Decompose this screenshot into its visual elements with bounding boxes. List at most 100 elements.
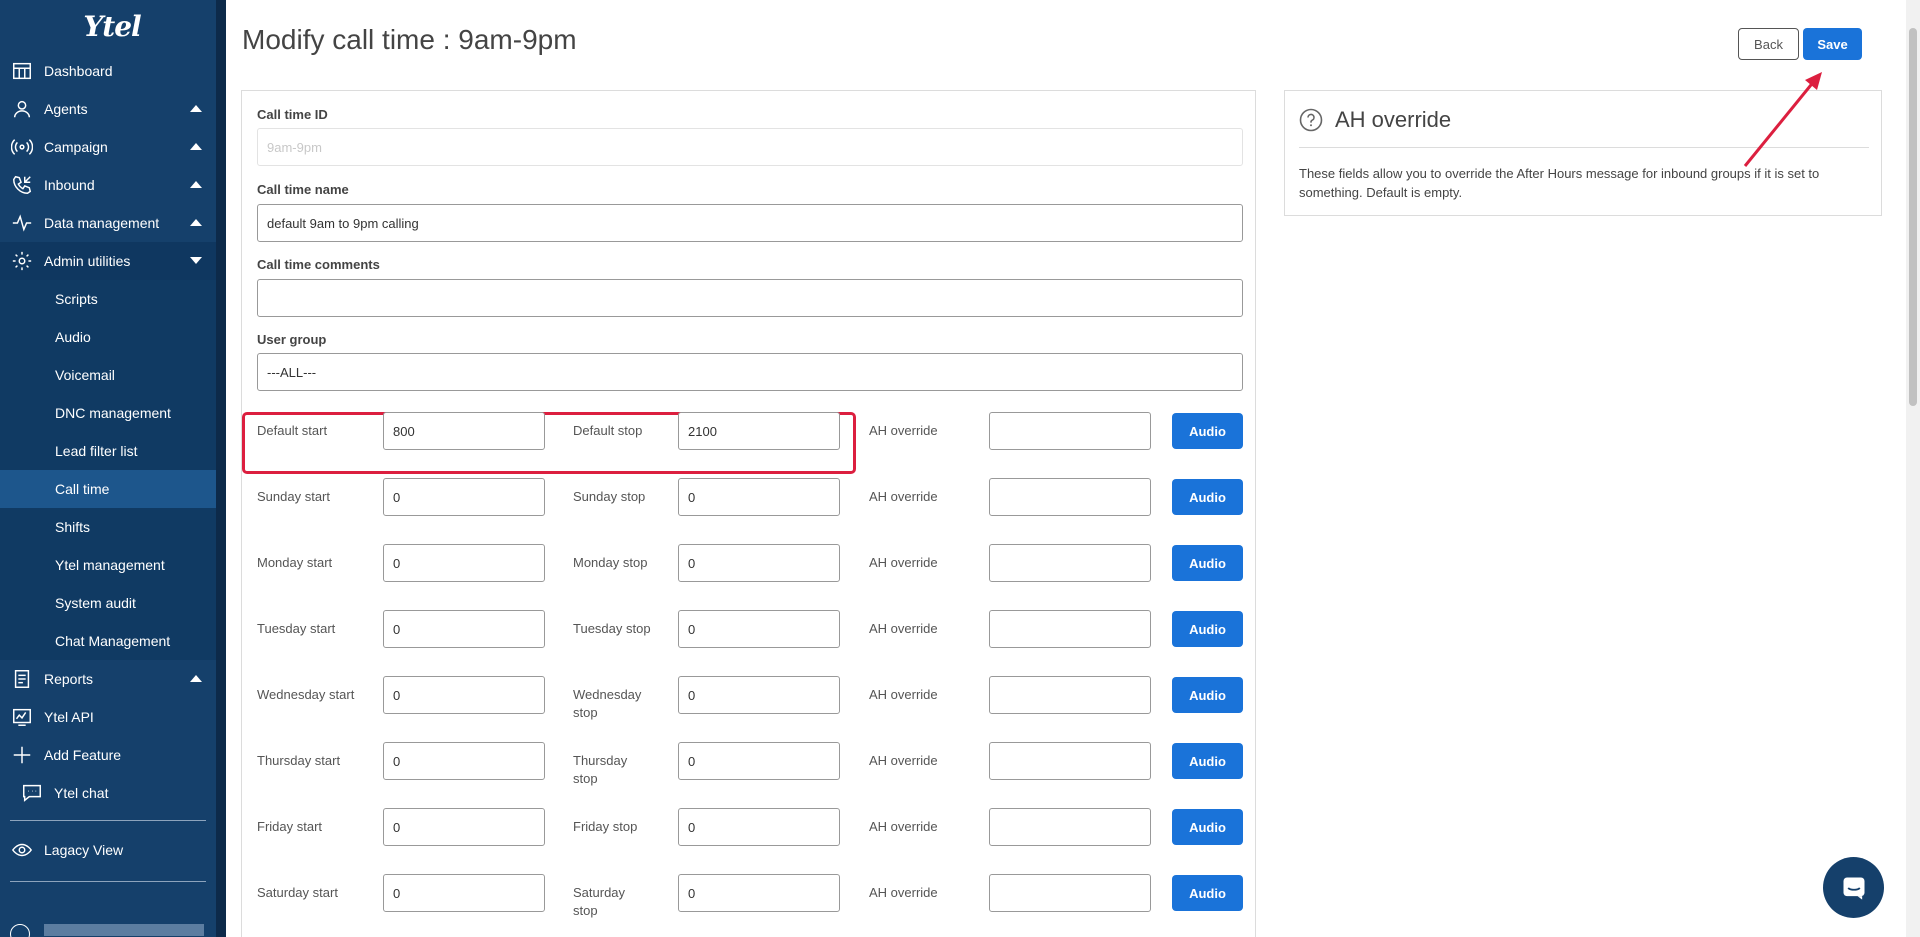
sidebar-subitem-system-audit[interactable]: System audit bbox=[0, 584, 216, 622]
chevron-up-icon[interactable] bbox=[190, 181, 202, 188]
sidebar-edge bbox=[216, 0, 226, 937]
chevron-up-icon[interactable] bbox=[190, 675, 202, 682]
chat-widget-button[interactable] bbox=[1823, 857, 1884, 918]
sunday-audio-button[interactable]: Audio bbox=[1172, 479, 1243, 515]
thursday-stop-label: Thursday stop bbox=[573, 753, 628, 786]
monday-stop-input[interactable]: 0 bbox=[678, 544, 840, 582]
default-audio-button[interactable]: Audio bbox=[1172, 413, 1243, 449]
reports-icon bbox=[10, 667, 34, 691]
wednesday-stop-input[interactable]: 0 bbox=[678, 676, 840, 714]
sidebar-item-reports[interactable]: Reports bbox=[0, 660, 216, 698]
saturday-audio-button[interactable]: Audio bbox=[1172, 875, 1243, 911]
default-ah-override-input[interactable] bbox=[989, 412, 1151, 450]
user-group-label: User group bbox=[257, 332, 327, 347]
main-content: Modify call time : 9am-9pm Back Save Cal… bbox=[226, 0, 1906, 937]
friday-stop-input[interactable]: 0 bbox=[678, 808, 840, 846]
sunday-stop-input[interactable]: 0 bbox=[678, 478, 840, 516]
monday-ah-override-label: AH override bbox=[869, 555, 938, 570]
dashboard-icon bbox=[10, 59, 34, 83]
default-stop-input[interactable]: 2100 bbox=[678, 412, 840, 450]
sidebar-item-campaign[interactable]: Campaign bbox=[0, 128, 216, 166]
wednesday-ah-override-label: AH override bbox=[869, 687, 938, 702]
friday-ah-override-input[interactable] bbox=[989, 808, 1151, 846]
thursday-stop-input[interactable]: 0 bbox=[678, 742, 840, 780]
sidebar-item-label: Lagacy View bbox=[44, 842, 124, 858]
monday-ah-override-input[interactable] bbox=[989, 544, 1151, 582]
default-start-input[interactable]: 800 bbox=[383, 412, 545, 450]
sidebar-subitem-scripts[interactable]: Scripts bbox=[0, 280, 216, 318]
monday-audio-button[interactable]: Audio bbox=[1172, 545, 1243, 581]
sidebar-subitem-dnc-management[interactable]: DNC management bbox=[0, 394, 216, 432]
save-button[interactable]: Save bbox=[1803, 28, 1862, 60]
wednesday-audio-button[interactable]: Audio bbox=[1172, 677, 1243, 713]
chevron-up-icon[interactable] bbox=[190, 143, 202, 150]
user-group-select[interactable]: ---ALL--- bbox=[257, 353, 1243, 391]
sidebar-subitem-shifts[interactable]: Shifts bbox=[0, 508, 216, 546]
sidebar-divider bbox=[10, 881, 206, 882]
help-panel: AH override These fields allow you to ov… bbox=[1284, 90, 1882, 216]
tuesday-ah-override-input[interactable] bbox=[989, 610, 1151, 648]
sidebar-divider bbox=[10, 820, 206, 821]
thursday-audio-button[interactable]: Audio bbox=[1172, 743, 1243, 779]
user-icon[interactable] bbox=[10, 924, 30, 937]
thursday-start-label: Thursday start bbox=[257, 753, 341, 768]
back-button[interactable]: Back bbox=[1738, 28, 1799, 60]
sidebar-item-data-management[interactable]: Data management bbox=[0, 204, 216, 242]
chevron-up-icon[interactable] bbox=[190, 105, 202, 112]
monday-start-input[interactable]: 0 bbox=[383, 544, 545, 582]
tuesday-ah-override-label: AH override bbox=[869, 621, 938, 636]
sidebar-item-label: Data management bbox=[44, 215, 160, 231]
ytel-logo[interactable]: Ytel bbox=[0, 0, 216, 52]
chevron-up-icon[interactable] bbox=[190, 219, 202, 226]
saturday-ah-override-input[interactable] bbox=[989, 874, 1151, 912]
friday-start-input[interactable]: 0 bbox=[383, 808, 545, 846]
sidebar-item-label: Dashboard bbox=[44, 63, 113, 79]
sidebar-item-admin-utilities[interactable]: Admin utilities bbox=[0, 242, 216, 280]
saturday-stop-input[interactable]: 0 bbox=[678, 874, 840, 912]
tuesday-audio-button[interactable]: Audio bbox=[1172, 611, 1243, 647]
call-time-name-input[interactable]: default 9am to 9pm calling bbox=[257, 204, 1243, 242]
tuesday-stop-label: Tuesday stop bbox=[573, 621, 651, 636]
call-time-comments-input[interactable] bbox=[257, 279, 1243, 317]
sidebar-subitem-voicemail[interactable]: Voicemail bbox=[0, 356, 216, 394]
sunday-start-input[interactable]: 0 bbox=[383, 478, 545, 516]
sidebar-item-agents[interactable]: Agents bbox=[0, 90, 216, 128]
tuesday-start-input[interactable]: 0 bbox=[383, 610, 545, 648]
sidebar-item-label: Agents bbox=[44, 101, 88, 117]
sidebar-item-ytel-chat[interactable]: Ytel chat bbox=[0, 774, 216, 812]
default-ah-override-label: AH override bbox=[869, 423, 938, 438]
sidebar-subitem-chat-management[interactable]: Chat Management bbox=[0, 622, 216, 660]
tuesday-start-label: Tuesday start bbox=[257, 621, 336, 636]
sidebar-item-label: Inbound bbox=[44, 177, 95, 193]
thursday-ah-override-input[interactable] bbox=[989, 742, 1151, 780]
sidebar-subitem-call-time[interactable]: Call time bbox=[0, 470, 216, 508]
thursday-start-input[interactable]: 0 bbox=[383, 742, 545, 780]
sidebar-item-legacy-view[interactable]: Lagacy View bbox=[0, 831, 216, 869]
call-time-name-label: Call time name bbox=[257, 182, 349, 197]
sidebar-subitem-lead-filter-list[interactable]: Lead filter list bbox=[0, 432, 216, 470]
data-management-icon bbox=[10, 211, 34, 235]
sunday-ah-override-label: AH override bbox=[869, 489, 938, 504]
sidebar-item-label: Reports bbox=[44, 671, 94, 687]
sunday-stop-label: Sunday stop bbox=[573, 489, 646, 504]
sidebar-item-label: Admin utilities bbox=[44, 253, 131, 269]
chevron-down-icon[interactable] bbox=[190, 257, 202, 264]
campaign-icon bbox=[10, 135, 34, 159]
tuesday-stop-input[interactable]: 0 bbox=[678, 610, 840, 648]
sidebar-item-ytel-api[interactable]: Ytel API bbox=[0, 698, 216, 736]
sidebar-subitem-ytel-management[interactable]: Ytel management bbox=[0, 546, 216, 584]
wednesday-stop-label: Wednesday stop bbox=[573, 687, 642, 720]
thursday-ah-override-label: AH override bbox=[869, 753, 938, 768]
sidebar-item-add-feature[interactable]: Add Feature bbox=[0, 736, 216, 774]
saturday-start-input[interactable]: 0 bbox=[383, 874, 545, 912]
scrollbar-thumb[interactable] bbox=[1909, 28, 1917, 406]
wednesday-start-input[interactable]: 0 bbox=[383, 676, 545, 714]
sunday-ah-override-input[interactable] bbox=[989, 478, 1151, 516]
default-start-label: Default start bbox=[257, 423, 328, 438]
wednesday-ah-override-input[interactable] bbox=[989, 676, 1151, 714]
sidebar-item-dashboard[interactable]: Dashboard bbox=[0, 52, 216, 90]
sidebar-subitem-audio[interactable]: Audio bbox=[0, 318, 216, 356]
sidebar-item-inbound[interactable]: Inbound bbox=[0, 166, 216, 204]
sunday-start-label: Sunday start bbox=[257, 489, 330, 504]
friday-audio-button[interactable]: Audio bbox=[1172, 809, 1243, 845]
